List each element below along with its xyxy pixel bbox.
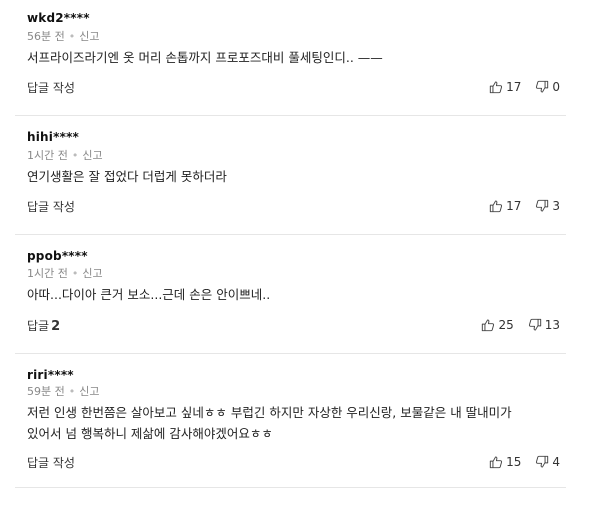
like-count: 17 (506, 80, 522, 94)
reply-count: 2 (51, 319, 61, 334)
thumbs-down-icon (536, 455, 549, 468)
comment-text: 연기생활은 잘 접었다 더럽게 못하더라 (27, 169, 227, 184)
comment-item: wkd2**** 56분 전 • 신고 서프라이즈라기엔 옷 머리 손톱까지 프로포… (0, 0, 589, 116)
comment-time: 56분 전 (27, 30, 65, 43)
dislike-count: 13 (544, 318, 560, 332)
reply-button[interactable]: 답글 작성 (27, 454, 77, 471)
like-count: 15 (506, 455, 522, 469)
reply-button[interactable]: 답글 작성 (27, 79, 77, 96)
comment-author[interactable]: wkd2**** (27, 11, 90, 25)
comment-author[interactable]: ppob**** (27, 249, 88, 263)
like-button[interactable]: 15 (489, 455, 521, 469)
dislike-count: 3 (552, 199, 560, 213)
dislike-button[interactable]: 13 (528, 318, 560, 332)
comment-meta: 1시간 전 • 신고 (27, 147, 103, 163)
thumbs-up-icon (489, 200, 503, 213)
dislike-button[interactable]: 0 (535, 80, 560, 94)
comment-time: 1시간 전 (27, 267, 68, 280)
reply-label: 답글 작성 (27, 200, 75, 214)
like-count: 25 (498, 318, 514, 332)
comment-author[interactable]: hihi**** (27, 130, 79, 144)
like-button[interactable]: 25 (481, 318, 514, 332)
report-button[interactable]: 신고 (79, 385, 99, 398)
separator-dot: • (68, 30, 76, 43)
thumbs-up-icon (489, 81, 503, 94)
thumbs-down-icon (536, 199, 549, 212)
separator-dot: • (71, 149, 79, 162)
vote-group: 17 0 (475, 80, 560, 94)
reply-label: 답글 작성 (27, 456, 75, 470)
like-button[interactable]: 17 (489, 199, 521, 213)
report-button[interactable]: 신고 (79, 30, 99, 43)
comment-item: riri**** 59분 전 • 신고 저런 인생 한번쯤은 살아보고 싶네ㅎㅎ 부… (0, 354, 589, 505)
vote-group: 25 13 (467, 318, 560, 332)
thumbs-down-icon (528, 318, 541, 331)
dislike-button[interactable]: 4 (535, 455, 560, 469)
like-button[interactable]: 17 (489, 80, 521, 94)
vote-group: 15 4 (475, 455, 560, 469)
comment-author[interactable]: riri**** (27, 368, 74, 382)
comment-time: 1시간 전 (27, 149, 68, 162)
comment-text: 서프라이즈라기엔 옷 머리 손톱까지 프로포즈대비 풀세팅인디.. —— (27, 50, 383, 65)
comment-text: 아따...다이아 큰거 보소...근데 손은 안이쁘네.. (27, 287, 271, 302)
comment-meta: 56분 전 • 신고 (27, 28, 99, 44)
divider (15, 487, 566, 488)
like-count: 17 (506, 199, 522, 213)
dislike-count: 4 (552, 455, 560, 469)
reply-button[interactable]: 답글 작성 (27, 198, 77, 215)
comment-item: ppob**** 1시간 전 • 신고 아따...다이아 큰거 보소...근데 손은… (0, 235, 589, 354)
vote-group: 17 3 (475, 199, 560, 213)
thumbs-down-icon (536, 80, 549, 93)
comment-text: 저런 인생 한번쯤은 살아보고 싶네ㅎㅎ 부럽긴 하지만 자상한 우리신랑, 보… (27, 405, 512, 441)
report-button[interactable]: 신고 (82, 267, 102, 280)
comment-list: wkd2**** 56분 전 • 신고 서프라이즈라기엔 옷 머리 손톱까지 프로포… (0, 0, 589, 505)
comment-meta: 1시간 전 • 신고 (27, 265, 103, 281)
dislike-button[interactable]: 3 (535, 199, 560, 213)
thumbs-up-icon (489, 456, 503, 469)
reply-label: 답글 (27, 319, 50, 333)
separator-dot: • (71, 267, 79, 280)
report-button[interactable]: 신고 (82, 149, 102, 162)
thumbs-up-icon (482, 319, 495, 332)
separator-dot: • (68, 385, 76, 398)
reply-label: 답글 작성 (27, 81, 75, 95)
reply-button[interactable]: 답글 2 (27, 317, 60, 334)
dislike-count: 0 (552, 80, 560, 94)
comment-time: 59분 전 (27, 385, 65, 398)
comment-item: hihi**** 1시간 전 • 신고 연기생활은 잘 접었다 더럽게 못하더라 답… (0, 116, 589, 235)
comment-meta: 59분 전 • 신고 (27, 383, 99, 399)
